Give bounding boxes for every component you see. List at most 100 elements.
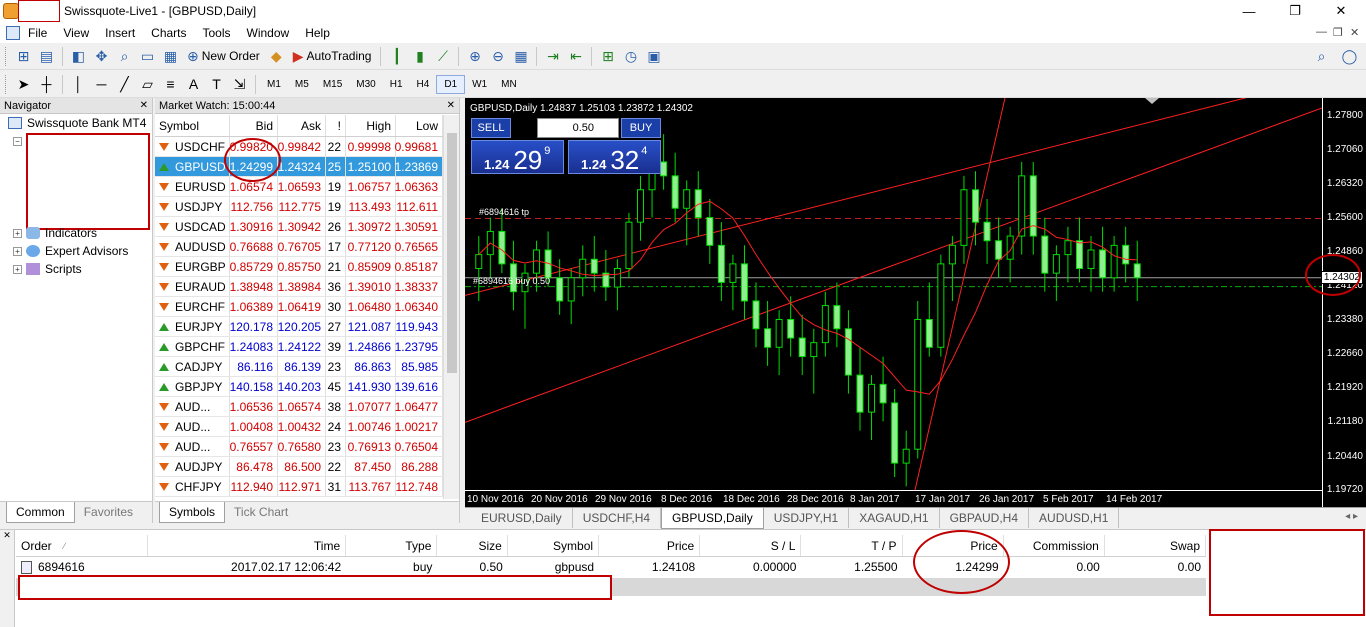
close-icon[interactable]: ✕ [140, 100, 148, 111]
nav-root[interactable]: Swissquote Bank MT4 [0, 114, 152, 132]
col-bid[interactable]: Bid [230, 115, 278, 136]
zoom-out-icon[interactable]: ⊖ [486, 46, 509, 67]
table-row[interactable]: USDCHF 0.99820 0.99842 22 0.99998 0.99681 [155, 137, 443, 157]
menu-charts[interactable]: Charts [143, 26, 194, 40]
table-row[interactable]: GBPJPY 140.158 140.203 45 141.930 139.616 [155, 377, 443, 397]
bar-chart-icon[interactable]: ┃ [385, 46, 408, 67]
nav-item-expert-advisors[interactable]: + Expert Advisors [0, 242, 128, 260]
timeframe-m5[interactable]: M5 [288, 75, 316, 94]
table-row[interactable]: AUDUSD 0.76688 0.76705 17 0.77120 0.76565 [155, 237, 443, 257]
new-chart-icon[interactable]: ⊞ [12, 46, 35, 67]
nav-item-scripts[interactable]: + Scripts [0, 260, 82, 278]
arrows-icon[interactable]: ⇲ [228, 74, 251, 95]
mdi-minimize-button[interactable]: — [1316, 26, 1327, 38]
menu-view[interactable]: View [55, 26, 97, 40]
tab-common[interactable]: Common [6, 502, 75, 523]
table-row[interactable]: AUD... 1.00408 1.00432 24 1.00746 1.00217 [155, 417, 443, 437]
profiles-icon[interactable]: ▤ [35, 46, 58, 67]
table-row[interactable]: GBPCHF 1.24083 1.24122 39 1.24866 1.23795 [155, 337, 443, 357]
search-icon[interactable]: ⌕ [1310, 46, 1333, 67]
timeframe-mn[interactable]: MN [494, 75, 524, 94]
expand-icon[interactable]: + [13, 246, 22, 256]
table-row[interactable]: USDCAD 1.30916 1.30942 26 1.30972 1.30591 [155, 217, 443, 237]
chart-tab[interactable]: AUDUSD,H1 [1029, 508, 1120, 528]
menu-file[interactable]: File [20, 26, 55, 40]
table-row[interactable]: GBPUSD 1.24299 1.24324 25 1.25100 1.23869 [155, 157, 443, 177]
buy-price[interactable]: 1.24 32 4 [568, 140, 661, 175]
table-row[interactable]: EURUSD 1.06574 1.06593 19 1.06757 1.06363 [155, 177, 443, 197]
data-window-icon[interactable]: ⌕ [113, 46, 136, 67]
collapse-icon[interactable]: − [13, 136, 22, 146]
channel-icon[interactable]: ▱ [136, 74, 159, 95]
tab-symbols[interactable]: Symbols [159, 502, 226, 523]
table-row[interactable]: AUD... 0.76557 0.76580 23 0.76913 0.76504 [155, 437, 443, 457]
vertical-line-icon[interactable]: │ [67, 74, 90, 95]
col-symbol[interactable]: Symbol [155, 115, 230, 136]
col-swap[interactable]: Swap [1105, 535, 1206, 556]
chart-tab[interactable]: USDCHF,H4 [573, 508, 662, 528]
menu-tools[interactable]: Tools [195, 26, 239, 40]
mdi-close-button[interactable]: ✕ [1350, 26, 1359, 39]
crosshair-icon[interactable]: ┼ [35, 74, 58, 95]
candlestick-icon[interactable]: ▮ [408, 46, 431, 67]
col-commission[interactable]: Commission [1004, 535, 1105, 556]
chart-window[interactable]: GBPUSD,Daily 1.24837 1.25103 1.23872 1.2… [465, 98, 1366, 507]
timeframe-h4[interactable]: H4 [410, 75, 437, 94]
col-sl[interactable]: S / L [700, 535, 802, 556]
timeframe-m1[interactable]: M1 [260, 75, 288, 94]
table-row[interactable]: EURGBP 0.85729 0.85750 21 0.85909 0.85187 [155, 257, 443, 277]
table-row[interactable]: EURCHF 1.06389 1.06419 30 1.06480 1.06340 [155, 297, 443, 317]
fibonacci-icon[interactable]: ≡ [159, 74, 182, 95]
col-symbol[interactable]: Symbol [508, 535, 600, 556]
chart-tab[interactable]: GBPUSD,Daily [661, 508, 764, 529]
market-watch-scrollbar[interactable] [443, 115, 459, 499]
new-order-button[interactable]: ⊕ New Order [182, 46, 265, 67]
timeframe-m15[interactable]: M15 [316, 75, 349, 94]
scrollbar-thumb[interactable] [447, 133, 457, 373]
horizontal-line-icon[interactable]: ─ [90, 74, 113, 95]
mdi-restore-button[interactable]: ❐ [1333, 26, 1343, 39]
text-label-icon[interactable]: T [205, 74, 228, 95]
close-button[interactable]: ✕ [1318, 0, 1364, 22]
table-row[interactable]: USDJPY 112.756 112.775 19 113.493 112.611 [155, 197, 443, 217]
cursor-icon[interactable]: ➤ [12, 74, 35, 95]
document-icon[interactable] [6, 25, 20, 40]
table-row[interactable]: CADJPY 86.116 86.139 23 86.863 85.985 [155, 357, 443, 377]
trendline-icon[interactable]: ╱ [113, 74, 136, 95]
menu-help[interactable]: Help [297, 26, 338, 40]
chat-icon[interactable]: ◯ [1338, 46, 1361, 67]
tab-favorites[interactable]: Favorites [75, 502, 142, 522]
toolbar-grip[interactable] [5, 74, 8, 94]
autoscroll-icon[interactable]: ⇥ [541, 46, 564, 67]
tile-windows-icon[interactable]: ▦ [509, 46, 532, 67]
price-axis[interactable]: 1.27800 1.27060 1.26320 1.25600 1.24860 1.241… [1320, 98, 1366, 507]
time-axis[interactable]: 10 Nov 2016 20 Nov 2016 29 Nov 2016 8 Dec 2… [465, 490, 1322, 507]
table-row[interactable]: AUDJPY 86.478 86.500 22 87.450 86.288 [155, 457, 443, 477]
col-ask[interactable]: Ask [278, 115, 326, 136]
expand-icon[interactable]: + [13, 264, 22, 274]
lot-size-input[interactable]: 0.50 [537, 118, 619, 138]
chart-tab[interactable]: USDJPY,H1 [764, 508, 850, 528]
periods-icon[interactable]: ◷ [619, 46, 642, 67]
terminal-close[interactable]: ✕ [0, 530, 15, 627]
col-time[interactable]: Time [148, 535, 347, 556]
expand-icon[interactable]: + [13, 228, 22, 238]
col-current-price[interactable]: Price [903, 535, 1004, 556]
col-high[interactable]: High [346, 115, 396, 136]
chart-tab[interactable]: EURUSD,Daily [471, 508, 573, 528]
tab-scroll-arrows[interactable]: ◂ ▸ [1345, 511, 1358, 522]
table-row[interactable]: AUD... 1.06536 1.06574 38 1.07077 1.06477 [155, 397, 443, 417]
line-chart-icon[interactable]: ⟋ [431, 46, 454, 67]
terminal-icon[interactable]: ▭ [136, 46, 159, 67]
app-icon[interactable] [3, 3, 19, 19]
chart-shift-icon[interactable]: ⇤ [564, 46, 587, 67]
nav-item-indicators[interactable]: + Indicators [0, 224, 97, 242]
table-row[interactable]: EURJPY 120.178 120.205 27 121.087 119.943 [155, 317, 443, 337]
col-spread[interactable]: ! [326, 115, 346, 136]
timeframe-h1[interactable]: H1 [383, 75, 410, 94]
autotrading-button[interactable]: ▶ AutoTrading [288, 46, 377, 67]
menu-insert[interactable]: Insert [97, 26, 143, 40]
chart-tab[interactable]: GBPAUD,H4 [940, 508, 1030, 528]
timeframe-w1[interactable]: W1 [465, 75, 494, 94]
close-icon[interactable]: ✕ [447, 100, 455, 111]
